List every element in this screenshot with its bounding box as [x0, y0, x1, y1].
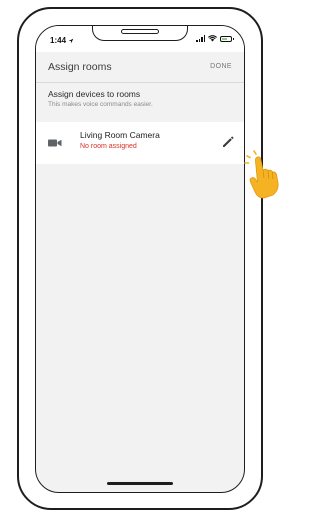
battery-level	[222, 38, 227, 40]
device-name: Living Room Camera	[80, 130, 160, 140]
pencil-edit-icon[interactable]	[220, 134, 236, 150]
app-bar: Assign rooms DONE	[36, 52, 244, 82]
section-subtitle: This makes voice commands easier.	[48, 101, 153, 108]
phone-notch	[92, 26, 188, 41]
wifi-icon	[208, 35, 217, 42]
video-camera-icon	[48, 139, 62, 147]
location-arrow-icon	[68, 38, 74, 43]
status-time: 1:44	[50, 36, 74, 45]
header-divider	[36, 82, 244, 83]
section-title: Assign devices to rooms	[48, 89, 141, 99]
speaker-grille	[121, 29, 159, 34]
page-title: Assign rooms	[48, 61, 112, 73]
signal-icon	[196, 35, 205, 42]
section-header: Assign devices to rooms This makes voice…	[48, 89, 153, 108]
canvas: 1:44 Assign rooms DONE Assign devices to…	[0, 0, 283, 517]
phone-screen: 1:44 Assign rooms DONE Assign devices to…	[35, 25, 245, 493]
tap-ripple-icon	[244, 150, 257, 164]
tap-hand-icon	[244, 150, 279, 199]
home-indicator	[107, 482, 173, 485]
battery-icon	[220, 36, 234, 42]
phone-frame: 1:44 Assign rooms DONE Assign devices to…	[17, 7, 263, 510]
status-icons	[196, 35, 234, 42]
done-button[interactable]: DONE	[210, 63, 232, 70]
device-row-living-room-camera[interactable]: Living Room Camera No room assigned	[36, 122, 244, 164]
device-room-status: No room assigned	[80, 143, 137, 150]
